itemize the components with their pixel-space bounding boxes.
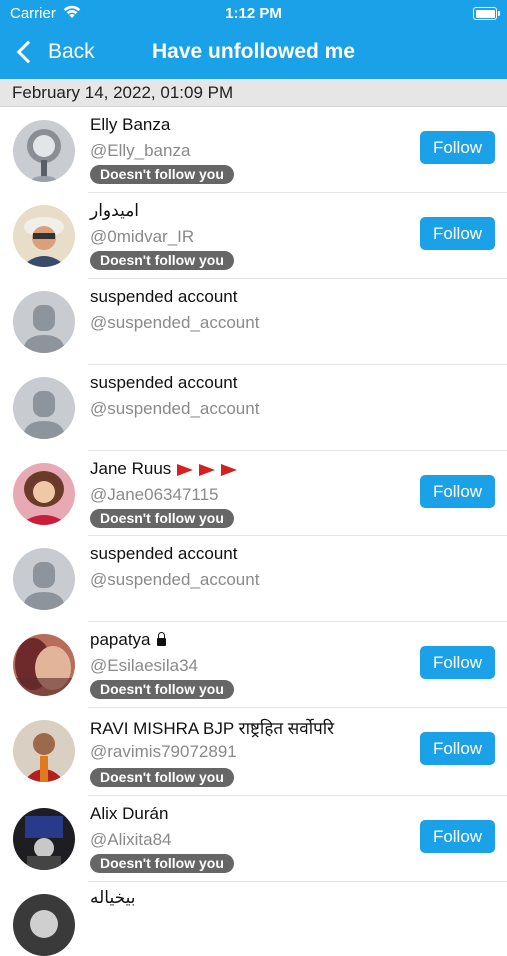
- user-name: RAVI MISHRA BJP राष्ट्रहित सर्वोपरि: [90, 719, 335, 738]
- doesnt-follow-badge: Doesn't follow you: [90, 165, 234, 184]
- user-list: Elly Banza @Elly_banza Doesn't follow yo…: [0, 108, 507, 956]
- list-item[interactable]: Alix Durán @Alixita84 Doesn't follow you…: [0, 796, 507, 882]
- avatar[interactable]: [13, 720, 75, 782]
- follow-button[interactable]: Follow: [420, 646, 495, 679]
- avatar[interactable]: [13, 634, 75, 696]
- list-item[interactable]: RAVI MISHRA BJP राष्ट्रहित सर्वोपरि @rav…: [0, 708, 507, 796]
- user-name-text: papatya: [90, 630, 151, 649]
- user-name: Alix Durán: [90, 804, 169, 823]
- lock-icon: [156, 631, 166, 646]
- user-name: Elly Banza: [90, 115, 171, 134]
- user-name: papatya: [90, 630, 166, 650]
- avatar[interactable]: [13, 291, 75, 353]
- avatar[interactable]: [13, 808, 75, 870]
- user-handle: @Alixita84: [90, 830, 172, 849]
- status-bar: Carrier 1:12 PM: [0, 0, 507, 28]
- follow-button[interactable]: Follow: [420, 475, 495, 508]
- date-section-header: February 14, 2022, 01:09 PM: [0, 79, 507, 107]
- user-handle: @Esilaesila34: [90, 656, 198, 675]
- user-name: Jane Ruus: [90, 459, 238, 479]
- user-handle: @suspended_account: [90, 570, 260, 589]
- user-name: بیخیاله: [90, 888, 136, 907]
- user-handle: @suspended_account: [90, 313, 260, 332]
- follow-button[interactable]: Follow: [420, 217, 495, 250]
- avatar[interactable]: [13, 377, 75, 439]
- list-item[interactable]: امیدوار @0midvar_IR Doesn't follow you F…: [0, 193, 507, 279]
- doesnt-follow-badge: Doesn't follow you: [90, 854, 234, 873]
- user-handle: @0midvar_IR: [90, 227, 195, 246]
- battery-icon: [473, 7, 500, 20]
- doesnt-follow-badge: Doesn't follow you: [90, 768, 234, 787]
- list-item[interactable]: suspended account @suspended_account: [0, 536, 507, 622]
- follow-button[interactable]: Follow: [420, 820, 495, 853]
- navigation-bar: Carrier 1:12 PM Back Have unfollowed me: [0, 0, 507, 79]
- avatar[interactable]: [13, 894, 75, 956]
- list-item[interactable]: suspended account @suspended_account: [0, 365, 507, 451]
- user-name: suspended account: [90, 373, 238, 392]
- doesnt-follow-badge: Doesn't follow you: [90, 509, 234, 528]
- user-name: suspended account: [90, 544, 238, 563]
- user-handle: @Jane06347115: [90, 485, 219, 504]
- list-item[interactable]: suspended account @suspended_account: [0, 279, 507, 365]
- doesnt-follow-badge: Doesn't follow you: [90, 680, 234, 699]
- list-item[interactable]: papatya @Esilaesila34 Doesn't follow you…: [0, 622, 507, 708]
- avatar[interactable]: [13, 548, 75, 610]
- red-flag-icon: [199, 463, 216, 476]
- user-name: امیدوار: [90, 201, 140, 220]
- user-handle: @Elly_banza: [90, 141, 191, 160]
- list-item[interactable]: Jane Ruus @Jane06347115 Doesn't follow y…: [0, 451, 507, 536]
- red-flag-icon: [177, 463, 194, 476]
- user-handle: @ravimis79072891: [90, 742, 237, 761]
- avatar[interactable]: [13, 205, 75, 267]
- follow-button[interactable]: Follow: [420, 732, 495, 765]
- user-handle: @suspended_account: [90, 399, 260, 418]
- avatar[interactable]: [13, 463, 75, 525]
- list-item[interactable]: بیخیاله: [0, 882, 507, 956]
- red-flag-icon: [221, 463, 238, 476]
- user-name: suspended account: [90, 287, 238, 306]
- status-time: 1:12 PM: [225, 5, 282, 22]
- avatar[interactable]: [13, 120, 75, 182]
- page-title: Have unfollowed me: [151, 40, 356, 63]
- doesnt-follow-badge: Doesn't follow you: [90, 251, 234, 270]
- user-name-text: Jane Ruus: [90, 459, 172, 478]
- list-item[interactable]: Elly Banza @Elly_banza Doesn't follow yo…: [0, 108, 507, 193]
- follow-button[interactable]: Follow: [420, 131, 495, 164]
